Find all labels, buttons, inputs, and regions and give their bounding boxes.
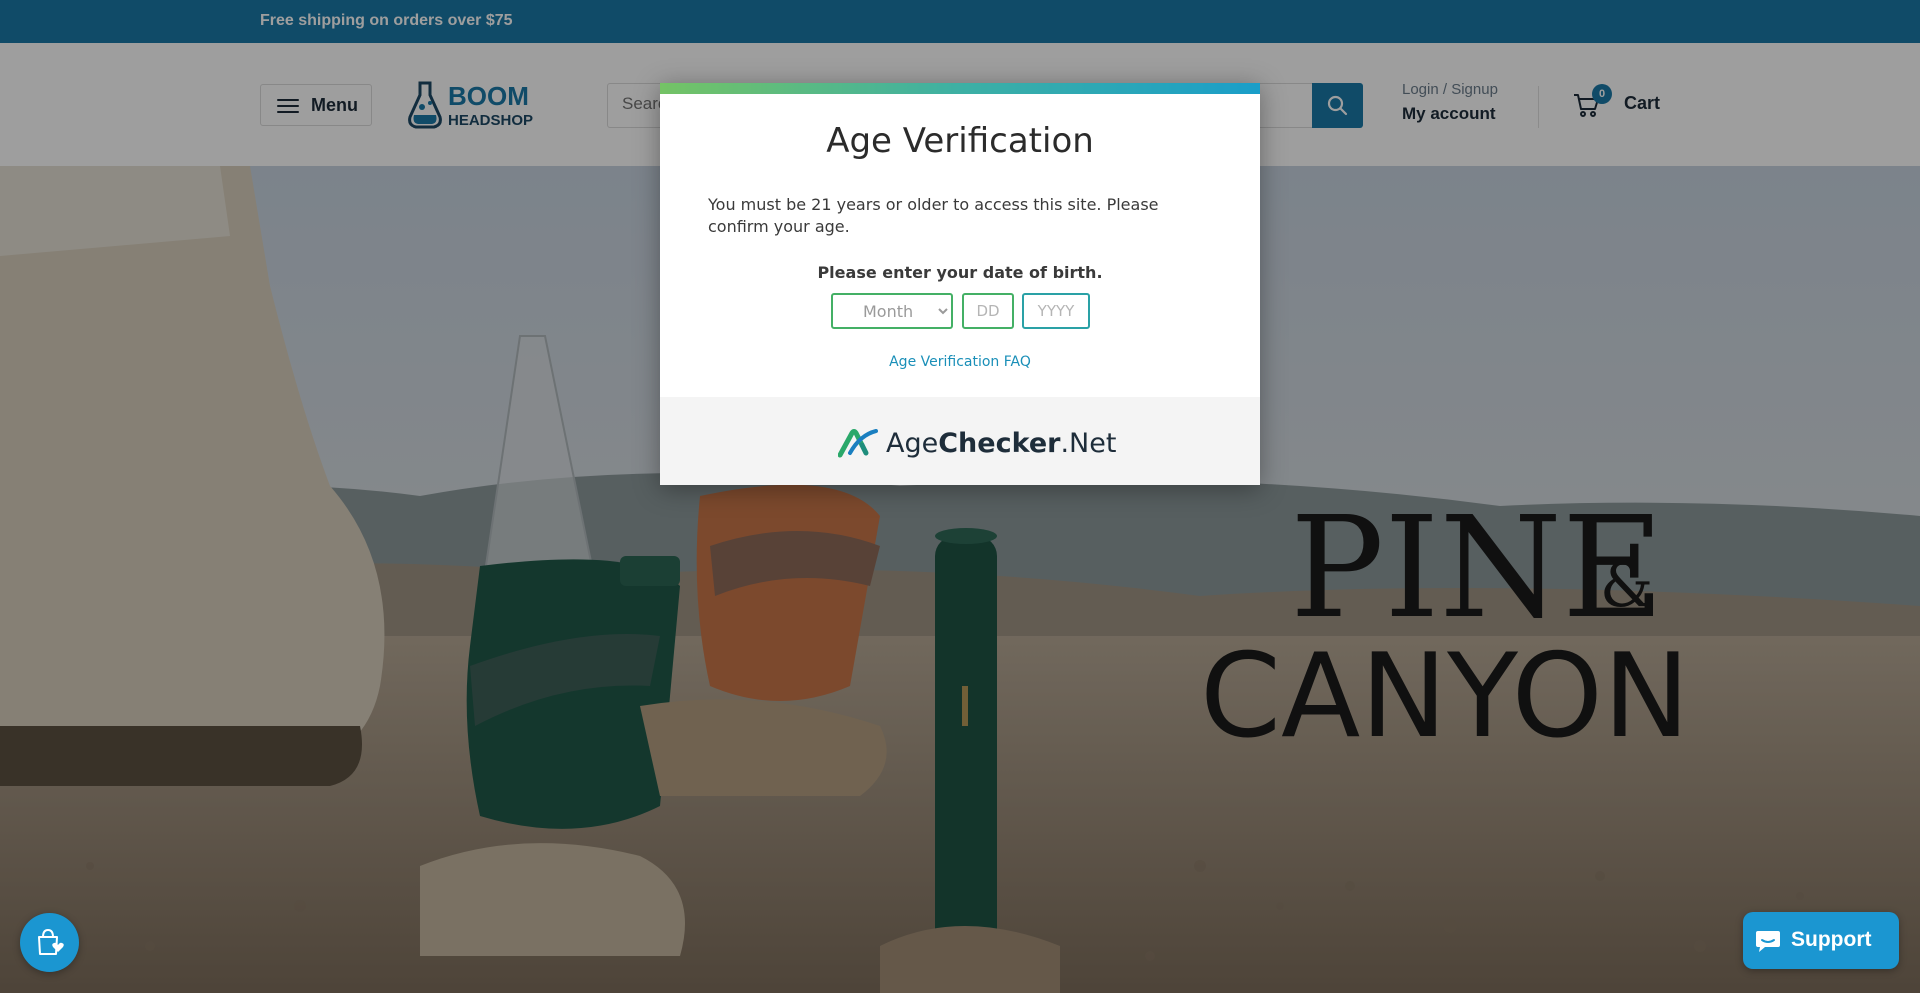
year-input[interactable] xyxy=(1022,293,1090,329)
brand-part2: Checker xyxy=(938,427,1061,459)
shop-wishlist-button[interactable] xyxy=(20,913,79,972)
modal-title: Age Verification xyxy=(826,121,1094,161)
support-label: Support xyxy=(1791,928,1872,951)
day-input[interactable] xyxy=(962,293,1014,329)
agechecker-logo-icon xyxy=(838,429,878,458)
month-select[interactable]: Month xyxy=(831,293,953,329)
brand-part3: .Net xyxy=(1060,427,1117,459)
chat-bubble-icon xyxy=(1756,931,1780,952)
shopping-bag-heart-icon xyxy=(38,928,64,955)
age-verification-modal: Age Verification You must be 21 years or… xyxy=(660,83,1260,485)
dob-label: Please enter your date of birth. xyxy=(817,263,1103,282)
age-verification-faq-link[interactable]: Age Verification FAQ xyxy=(660,354,1260,370)
support-chat-button[interactable]: Support xyxy=(1743,912,1899,969)
modal-accent-bar xyxy=(660,83,1260,94)
modal-message: You must be 21 years or older to access … xyxy=(708,195,1159,236)
agechecker-brand: AgeChecker.Net xyxy=(838,423,1116,463)
brand-part1: Age xyxy=(886,427,939,459)
modal-footer: AgeChecker.Net xyxy=(660,397,1260,485)
